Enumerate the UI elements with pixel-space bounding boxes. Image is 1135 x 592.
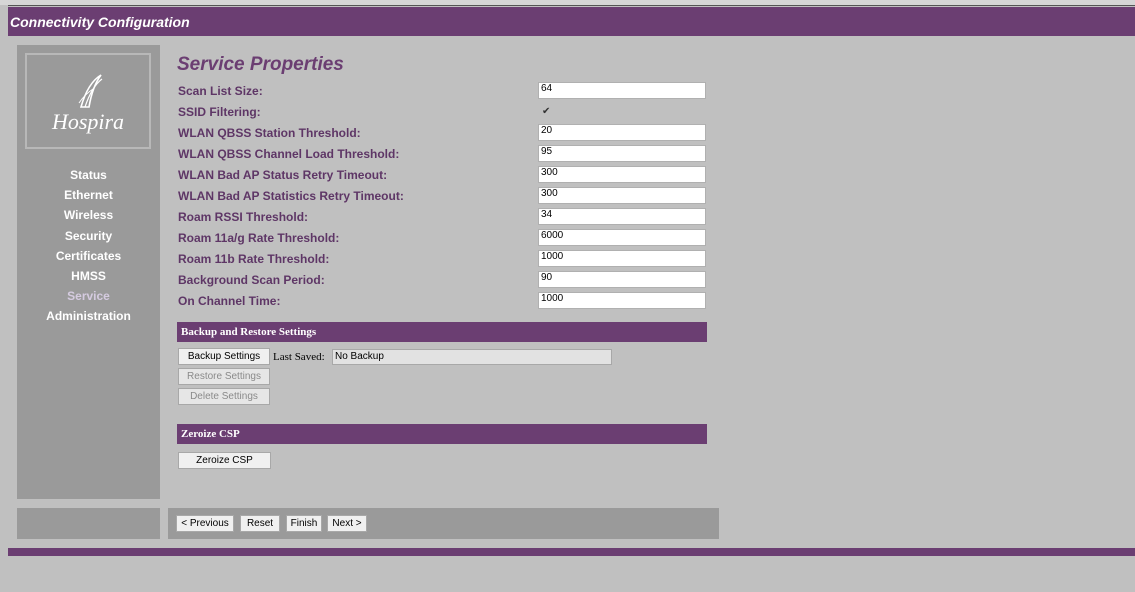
form-row-bad-ap-status-retry: WLAN Bad AP Status Retry Timeout: 300 bbox=[178, 166, 708, 187]
form-row-roam-11ag-rate: Roam 11a/g Rate Threshold: 6000 bbox=[178, 229, 708, 250]
zeroize-csp-button[interactable]: Zeroize CSP bbox=[178, 452, 271, 469]
sidebar-item-hmss[interactable]: HMSS bbox=[17, 266, 160, 286]
field-label: SSID Filtering: bbox=[178, 105, 261, 119]
sidebar-item-security[interactable]: Security bbox=[17, 226, 160, 246]
reset-button[interactable]: Reset bbox=[240, 515, 280, 532]
roam-rssi-threshold-input[interactable]: 34 bbox=[538, 208, 706, 225]
field-label: WLAN Bad AP Status Retry Timeout: bbox=[178, 168, 388, 182]
sidebar-nav: Status Ethernet Wireless Security Certif… bbox=[17, 165, 160, 327]
previous-button[interactable]: < Previous bbox=[176, 515, 234, 532]
form-row-qbss-station-threshold: WLAN QBSS Station Threshold: 20 bbox=[178, 124, 708, 145]
field-label: Scan List Size: bbox=[178, 84, 263, 98]
field-label: Roam RSSI Threshold: bbox=[178, 210, 309, 224]
sidebar: Hospira Status Ethernet Wireless Securit… bbox=[17, 45, 160, 499]
sidebar-footer bbox=[17, 508, 160, 539]
window-title: Connectivity Configuration bbox=[8, 7, 1135, 36]
main-content: Service Properties Scan List Size: 64 SS… bbox=[160, 45, 720, 505]
ssid-filtering-checkbox[interactable]: ✔ bbox=[542, 106, 550, 117]
backup-settings-button[interactable]: Backup Settings bbox=[178, 348, 270, 365]
delete-settings-button[interactable]: Delete Settings bbox=[178, 388, 270, 405]
form-row-ssid-filtering: SSID Filtering: ✔ bbox=[178, 103, 708, 124]
qbss-channel-load-threshold-input[interactable]: 95 bbox=[538, 145, 706, 162]
form-row-bad-ap-statistics-retry: WLAN Bad AP Statistics Retry Timeout: 30… bbox=[178, 187, 708, 208]
last-saved-label: Last Saved: bbox=[273, 351, 325, 363]
form-row-on-channel-time: On Channel Time: 1000 bbox=[178, 292, 708, 313]
finish-button[interactable]: Finish bbox=[286, 515, 322, 532]
form-row-qbss-channel-load-threshold: WLAN QBSS Channel Load Threshold: 95 bbox=[178, 145, 708, 166]
logo-text: Hospira bbox=[51, 109, 125, 134]
field-label: Roam 11a/g Rate Threshold: bbox=[178, 231, 340, 245]
hospira-logo-icon bbox=[78, 74, 103, 108]
restore-settings-button[interactable]: Restore Settings bbox=[178, 368, 270, 385]
field-label: On Channel Time: bbox=[178, 294, 281, 308]
zeroize-csp-header: Zeroize CSP bbox=[177, 424, 707, 444]
scan-list-size-input[interactable]: 64 bbox=[538, 82, 706, 99]
backup-restore-header: Backup and Restore Settings bbox=[177, 322, 707, 342]
roam-11b-rate-input[interactable]: 1000 bbox=[538, 250, 706, 267]
sidebar-item-certificates[interactable]: Certificates bbox=[17, 246, 160, 266]
sidebar-item-service[interactable]: Service bbox=[17, 286, 160, 306]
last-saved-field: No Backup bbox=[332, 349, 612, 365]
bottom-rule bbox=[8, 548, 1135, 556]
form-row-scan-list-size: Scan List Size: 64 bbox=[178, 82, 708, 103]
sidebar-item-status[interactable]: Status bbox=[17, 165, 160, 185]
bad-ap-statistics-retry-input[interactable]: 300 bbox=[538, 187, 706, 204]
logo: Hospira bbox=[25, 53, 151, 149]
field-label: WLAN Bad AP Statistics Retry Timeout: bbox=[178, 189, 404, 203]
sidebar-item-wireless[interactable]: Wireless bbox=[17, 205, 160, 225]
next-button[interactable]: Next > bbox=[327, 515, 367, 532]
field-label: Roam 11b Rate Threshold: bbox=[178, 252, 330, 266]
field-label: WLAN QBSS Station Threshold: bbox=[178, 126, 361, 140]
background-scan-period-input[interactable]: 90 bbox=[538, 271, 706, 288]
form-row-roam-11b-rate: Roam 11b Rate Threshold: 1000 bbox=[178, 250, 708, 271]
page-title: Service Properties bbox=[177, 54, 344, 75]
sidebar-item-ethernet[interactable]: Ethernet bbox=[17, 185, 160, 205]
top-rule-dark bbox=[8, 5, 1135, 6]
footer-bar: < Previous Reset Finish Next > bbox=[168, 508, 719, 539]
field-label: WLAN QBSS Channel Load Threshold: bbox=[178, 147, 400, 161]
roam-11ag-rate-input[interactable]: 6000 bbox=[538, 229, 706, 246]
field-label: Background Scan Period: bbox=[178, 273, 325, 287]
sidebar-item-administration[interactable]: Administration bbox=[17, 306, 160, 326]
form-row-roam-rssi-threshold: Roam RSSI Threshold: 34 bbox=[178, 208, 708, 229]
on-channel-time-input[interactable]: 1000 bbox=[538, 292, 706, 309]
form-row-background-scan-period: Background Scan Period: 90 bbox=[178, 271, 708, 292]
qbss-station-threshold-input[interactable]: 20 bbox=[538, 124, 706, 141]
bad-ap-status-retry-input[interactable]: 300 bbox=[538, 166, 706, 183]
